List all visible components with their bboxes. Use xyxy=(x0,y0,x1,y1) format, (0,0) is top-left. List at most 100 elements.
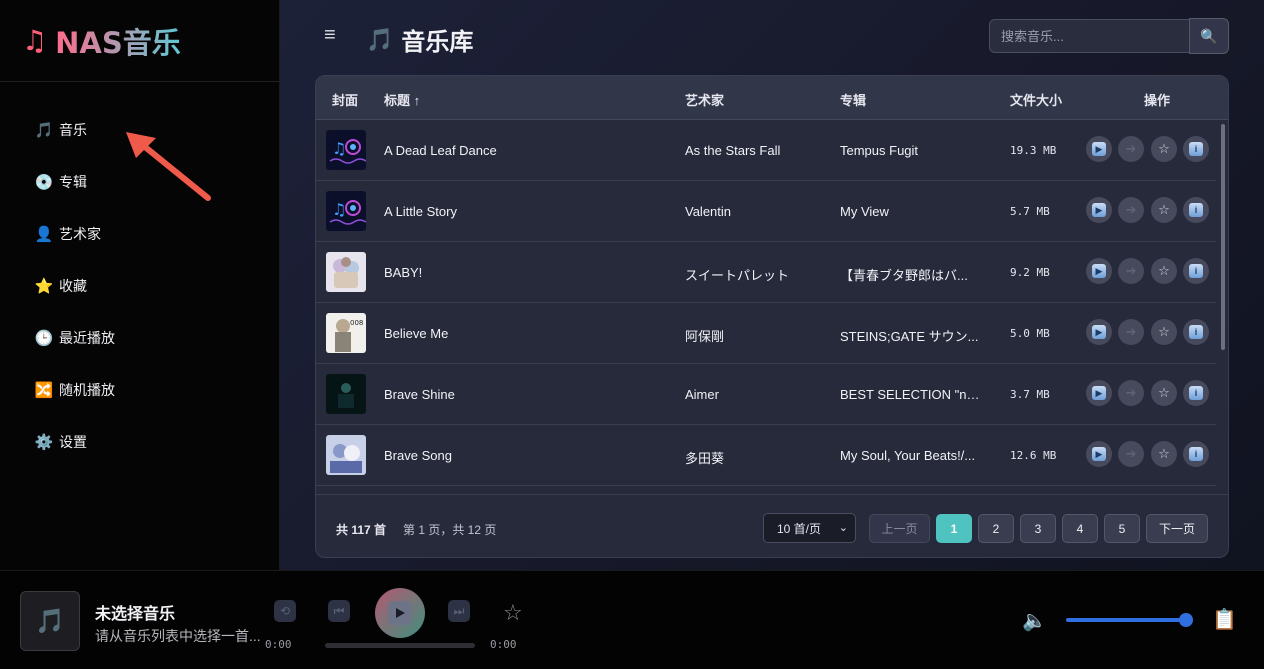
song-title: A Dead Leaf Dance xyxy=(384,143,497,158)
table-row[interactable]: 008 Believe Me 阿保剛 STEINS;GATE サウン... 5.… xyxy=(316,303,1216,364)
page-button-1[interactable]: 1 xyxy=(936,514,972,543)
sidebar-item-albums[interactable]: 💿 专辑 xyxy=(0,156,279,208)
table-row[interactable]: ♫ A Little Story Valentin My View 5.7 MB… xyxy=(316,181,1216,242)
play-icon: ▶ xyxy=(1092,203,1106,217)
song-size: 3.7 MB xyxy=(1010,388,1050,401)
favorite-star-icon[interactable]: ☆ xyxy=(1151,380,1177,406)
sidebar-item-shuffle[interactable]: 🔀 随机播放 xyxy=(0,364,279,416)
volume-slider-handle[interactable] xyxy=(1179,613,1193,627)
play-button[interactable]: ▶ xyxy=(1086,380,1112,406)
sidebar-item-settings[interactable]: ⚙️ 设置 xyxy=(0,416,279,468)
next-icon[interactable]: ➔ xyxy=(1118,441,1144,467)
prev-page-button[interactable]: 上一页 xyxy=(869,514,930,543)
column-header-size[interactable]: 文件大小 xyxy=(1010,90,1062,109)
play-button[interactable]: ▶ xyxy=(1086,136,1112,162)
progress-bar[interactable] xyxy=(325,643,475,648)
table-row[interactable]: ♫ A Dead Leaf Dance As the Stars Fall Te… xyxy=(316,120,1216,181)
next-icon[interactable]: ➔ xyxy=(1118,197,1144,223)
volume-slider[interactable] xyxy=(1066,618,1186,622)
sidebar-item-artists[interactable]: 👤 艺术家 xyxy=(0,208,279,260)
next-track-icon[interactable]: ⏭ xyxy=(448,600,470,622)
play-icon xyxy=(388,601,412,625)
info-icon: i xyxy=(1189,264,1203,278)
page-button-4[interactable]: 4 xyxy=(1062,514,1098,543)
next-page-button[interactable]: 下一页 xyxy=(1146,514,1208,543)
album-cover: ♫ xyxy=(326,130,366,170)
favorite-star-icon[interactable]: ☆ xyxy=(1151,441,1177,467)
now-playing-subtitle: 请从音乐列表中选择一首... xyxy=(95,628,261,644)
column-header-album[interactable]: 专辑 xyxy=(840,90,866,109)
pagination-bar: 共 117 首 第 1 页，共 12 页 10 首/页 ⌄ 上一页 1 2 3 … xyxy=(316,494,1228,557)
info-icon: i xyxy=(1189,203,1203,217)
next-icon[interactable]: ➔ xyxy=(1118,380,1144,406)
clock-icon: 🕒 xyxy=(34,330,54,347)
next-icon[interactable]: ➔ xyxy=(1118,136,1144,162)
table-header: 封面 标题 ↑ 艺术家 专辑 文件大小 操作 xyxy=(316,76,1228,120)
page-info: 第 1 页，共 12 页 xyxy=(403,523,497,537)
next-icon[interactable]: ➔ xyxy=(1118,258,1144,284)
svg-text:008: 008 xyxy=(350,319,363,327)
album-cover xyxy=(326,374,366,414)
previous-track-icon[interactable]: ⏮ xyxy=(328,600,350,622)
play-button[interactable]: ▶ xyxy=(1086,441,1112,467)
page-title: 🎵 音乐库 xyxy=(366,22,473,57)
table-row[interactable]: BABY! スイートパレット 【青春ブタ野郎はバ... 9.2 MB ▶ ➔ ☆… xyxy=(316,242,1216,303)
menu-icon[interactable]: ≡ xyxy=(324,24,336,47)
sidebar-item-recent[interactable]: 🕒 最近播放 xyxy=(0,312,279,364)
song-size: 5.0 MB xyxy=(1010,327,1050,340)
column-header-artist[interactable]: 艺术家 xyxy=(685,90,724,109)
app-logo-text: NAS音乐 xyxy=(55,20,181,62)
column-header-actions: 操作 xyxy=(1144,93,1171,108)
next-icon[interactable]: ➔ xyxy=(1118,319,1144,345)
favorite-star-icon[interactable]: ☆ xyxy=(1151,319,1177,345)
song-title: A Little Story xyxy=(384,204,457,219)
favorite-star-icon[interactable]: ☆ xyxy=(1151,197,1177,223)
speaker-icon[interactable]: 🔈 xyxy=(1022,608,1047,633)
favorite-star-icon[interactable]: ☆ xyxy=(503,600,523,626)
sidebar-item-music[interactable]: 🎵 音乐 xyxy=(0,104,279,156)
search-icon: 🔍 xyxy=(1200,27,1218,44)
song-artist: As the Stars Fall xyxy=(685,143,781,158)
table-scrollbar[interactable] xyxy=(1219,120,1227,494)
sidebar: ♫ NAS音乐 🎵 音乐 💿 专辑 👤 艺术家 ⭐ 收藏 🕒 最近播放 🔀 随机… xyxy=(0,0,280,570)
page-button-5[interactable]: 5 xyxy=(1104,514,1140,543)
scrollbar-thumb[interactable] xyxy=(1221,124,1225,350)
search-input[interactable] xyxy=(989,19,1190,53)
page-button-2[interactable]: 2 xyxy=(978,514,1014,543)
search-button[interactable]: 🔍 xyxy=(1189,18,1229,54)
table-row[interactable]: Brave Song 多田葵 My Soul, Your Beats!/... … xyxy=(316,425,1216,486)
play-icon: ▶ xyxy=(1092,264,1106,278)
song-album: STEINS;GATE サウン... xyxy=(840,329,979,344)
now-playing-cover: 🎵 xyxy=(20,591,80,651)
info-button[interactable]: i xyxy=(1183,319,1209,345)
favorite-star-icon[interactable]: ☆ xyxy=(1151,136,1177,162)
play-button[interactable]: ▶ xyxy=(1086,258,1112,284)
repeat-icon[interactable]: ⟲ xyxy=(274,600,296,622)
sidebar-item-label: 收藏 xyxy=(59,278,87,294)
play-button[interactable]: ▶ xyxy=(1086,197,1112,223)
play-icon: ▶ xyxy=(1092,386,1106,400)
total-count: 共 117 首 xyxy=(336,523,387,537)
info-button[interactable]: i xyxy=(1183,380,1209,406)
song-album: BEST SELECTION "noir" xyxy=(840,387,980,402)
sidebar-item-favorites[interactable]: ⭐ 收藏 xyxy=(0,260,279,312)
playlist-icon[interactable]: 📋 xyxy=(1212,607,1237,632)
play-button[interactable]: ▶ xyxy=(1086,319,1112,345)
favorite-star-icon[interactable]: ☆ xyxy=(1151,258,1177,284)
sidebar-item-label: 最近播放 xyxy=(59,330,115,346)
info-button[interactable]: i xyxy=(1183,258,1209,284)
page-button-3[interactable]: 3 xyxy=(1020,514,1056,543)
duration: 0:00 xyxy=(490,638,517,651)
info-button[interactable]: i xyxy=(1183,136,1209,162)
app-logo[interactable]: ♫ NAS音乐 xyxy=(0,0,279,82)
column-header-cover: 封面 xyxy=(332,93,359,108)
column-header-title[interactable]: 标题 ↑ xyxy=(384,90,420,109)
info-button[interactable]: i xyxy=(1183,441,1209,467)
info-button[interactable]: i xyxy=(1183,197,1209,223)
per-page-select[interactable]: 10 首/页 ⌄ xyxy=(763,513,856,543)
song-artist: スイートパレット xyxy=(685,268,790,283)
song-artist: Valentin xyxy=(685,204,732,219)
play-button[interactable] xyxy=(375,588,425,638)
table-row[interactable]: Brave Shine Aimer BEST SELECTION "noir" … xyxy=(316,364,1216,425)
player-bar: 🎵 未选择音乐 请从音乐列表中选择一首... ⟲ ⏮ ⏭ ☆ 0:00 0:00… xyxy=(0,570,1264,669)
